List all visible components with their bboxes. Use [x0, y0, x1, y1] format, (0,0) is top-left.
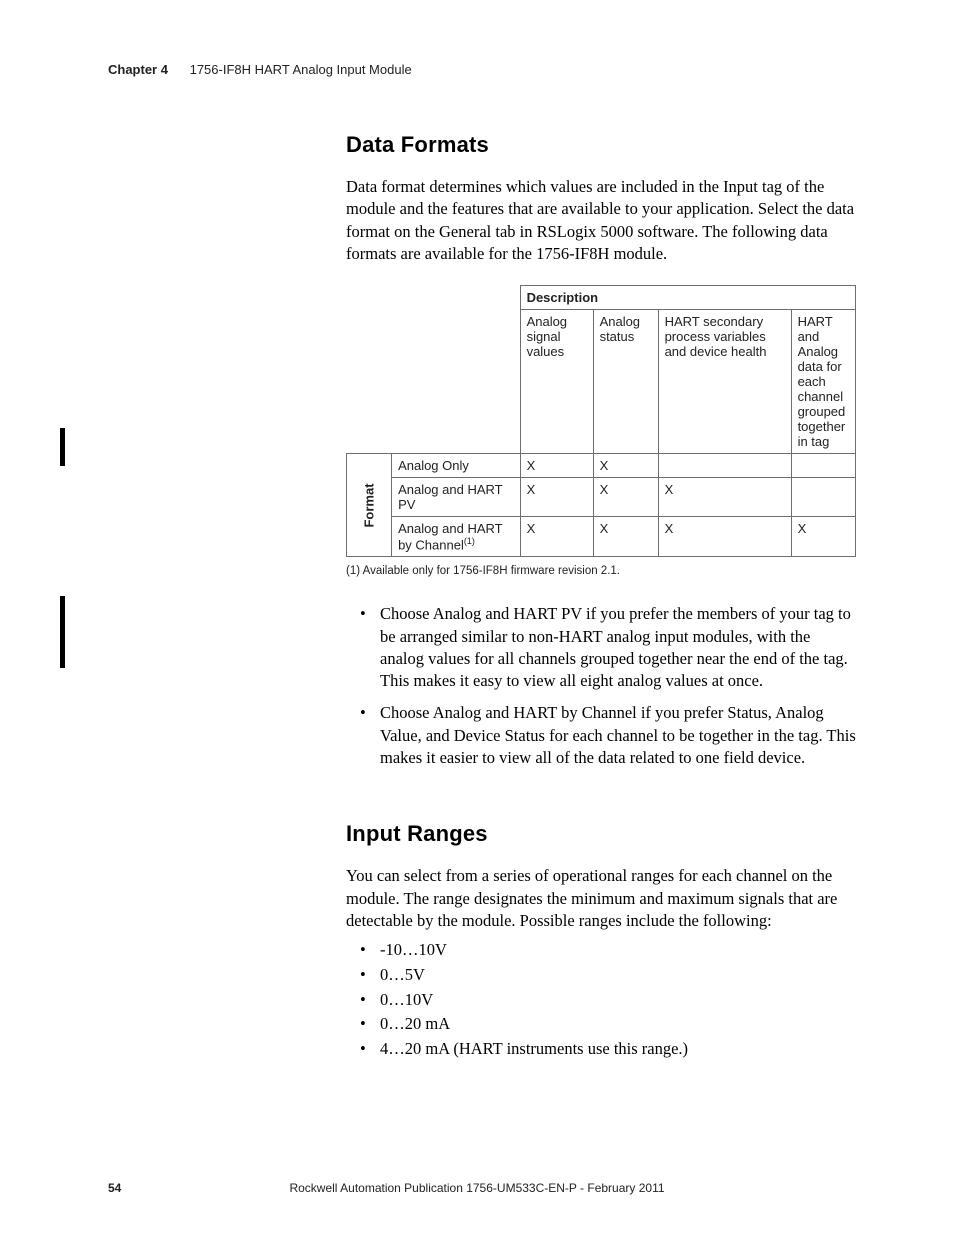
list-item: Choose Analog and HART PV if you prefer …	[380, 603, 856, 692]
table-header-description: Description	[520, 286, 855, 310]
list-item: 0…5V	[380, 963, 856, 988]
table-cell: X	[520, 454, 593, 478]
section-heading-input-ranges: Input Ranges	[346, 821, 856, 847]
table-cell: X	[593, 454, 658, 478]
chapter-label: Chapter 4	[108, 62, 168, 77]
table-row-name: Analog Only	[392, 454, 521, 478]
change-bar	[60, 428, 65, 466]
table-cell: X	[658, 517, 791, 557]
table-header-col: Analog status	[593, 310, 658, 454]
table-cell: X	[791, 517, 855, 557]
body-paragraph: Data format determines which values are …	[346, 176, 856, 265]
table-cell	[347, 310, 392, 454]
publication-line: Rockwell Automation Publication 1756-UM5…	[0, 1181, 954, 1195]
page: Chapter 4 1756-IF8H HART Analog Input Mo…	[0, 0, 954, 1235]
table-cell: X	[520, 478, 593, 517]
format-label: Format	[362, 483, 377, 527]
table-cell	[791, 478, 855, 517]
list-item: 4…20 mA (HART instruments use this range…	[380, 1037, 856, 1062]
table-cell	[347, 286, 392, 310]
list-item: 0…20 mA	[380, 1012, 856, 1037]
footnote-marker: (1)	[464, 536, 475, 546]
table-cell: X	[593, 517, 658, 557]
chapter-title: 1756-IF8H HART Analog Input Module	[190, 62, 412, 77]
table-row-name: Analog and HART PV	[392, 478, 521, 517]
table-cell: X	[520, 517, 593, 557]
table-cell	[392, 286, 521, 310]
table-cell: X	[658, 478, 791, 517]
section-heading-data-formats: Data Formats	[346, 132, 856, 158]
table-footnote: (1) Available only for 1756-IF8H firmwar…	[346, 565, 856, 577]
table-header-col: Analog signal values	[520, 310, 593, 454]
table-cell: X	[593, 478, 658, 517]
content-column: Data Formats Data format determines whic…	[346, 132, 856, 1062]
change-bar	[60, 596, 65, 668]
body-paragraph: You can select from a series of operatio…	[346, 865, 856, 932]
table-cell	[392, 310, 521, 454]
bullet-list: Choose Analog and HART PV if you prefer …	[346, 603, 856, 769]
running-head: Chapter 4 1756-IF8H HART Analog Input Mo…	[108, 62, 412, 77]
spacer	[346, 789, 856, 821]
list-item: -10…10V	[380, 938, 856, 963]
table-cell	[791, 454, 855, 478]
table-row-group-label: Format	[347, 454, 392, 557]
list-item: Choose Analog and HART by Channel if you…	[380, 702, 856, 769]
list-item: 0…10V	[380, 988, 856, 1013]
table-cell	[658, 454, 791, 478]
table-row-name: Analog and HART by Channel(1)	[392, 517, 521, 557]
table-header-col: HART secondary process variables and dev…	[658, 310, 791, 454]
range-list: -10…10V 0…5V 0…10V 0…20 mA 4…20 mA (HART…	[346, 938, 856, 1062]
row-name-text: Analog and HART by Channel	[398, 521, 502, 552]
data-formats-table: Description Analog signal values Analog …	[346, 285, 856, 557]
table-header-col: HART and Analog data for each channel gr…	[791, 310, 855, 454]
